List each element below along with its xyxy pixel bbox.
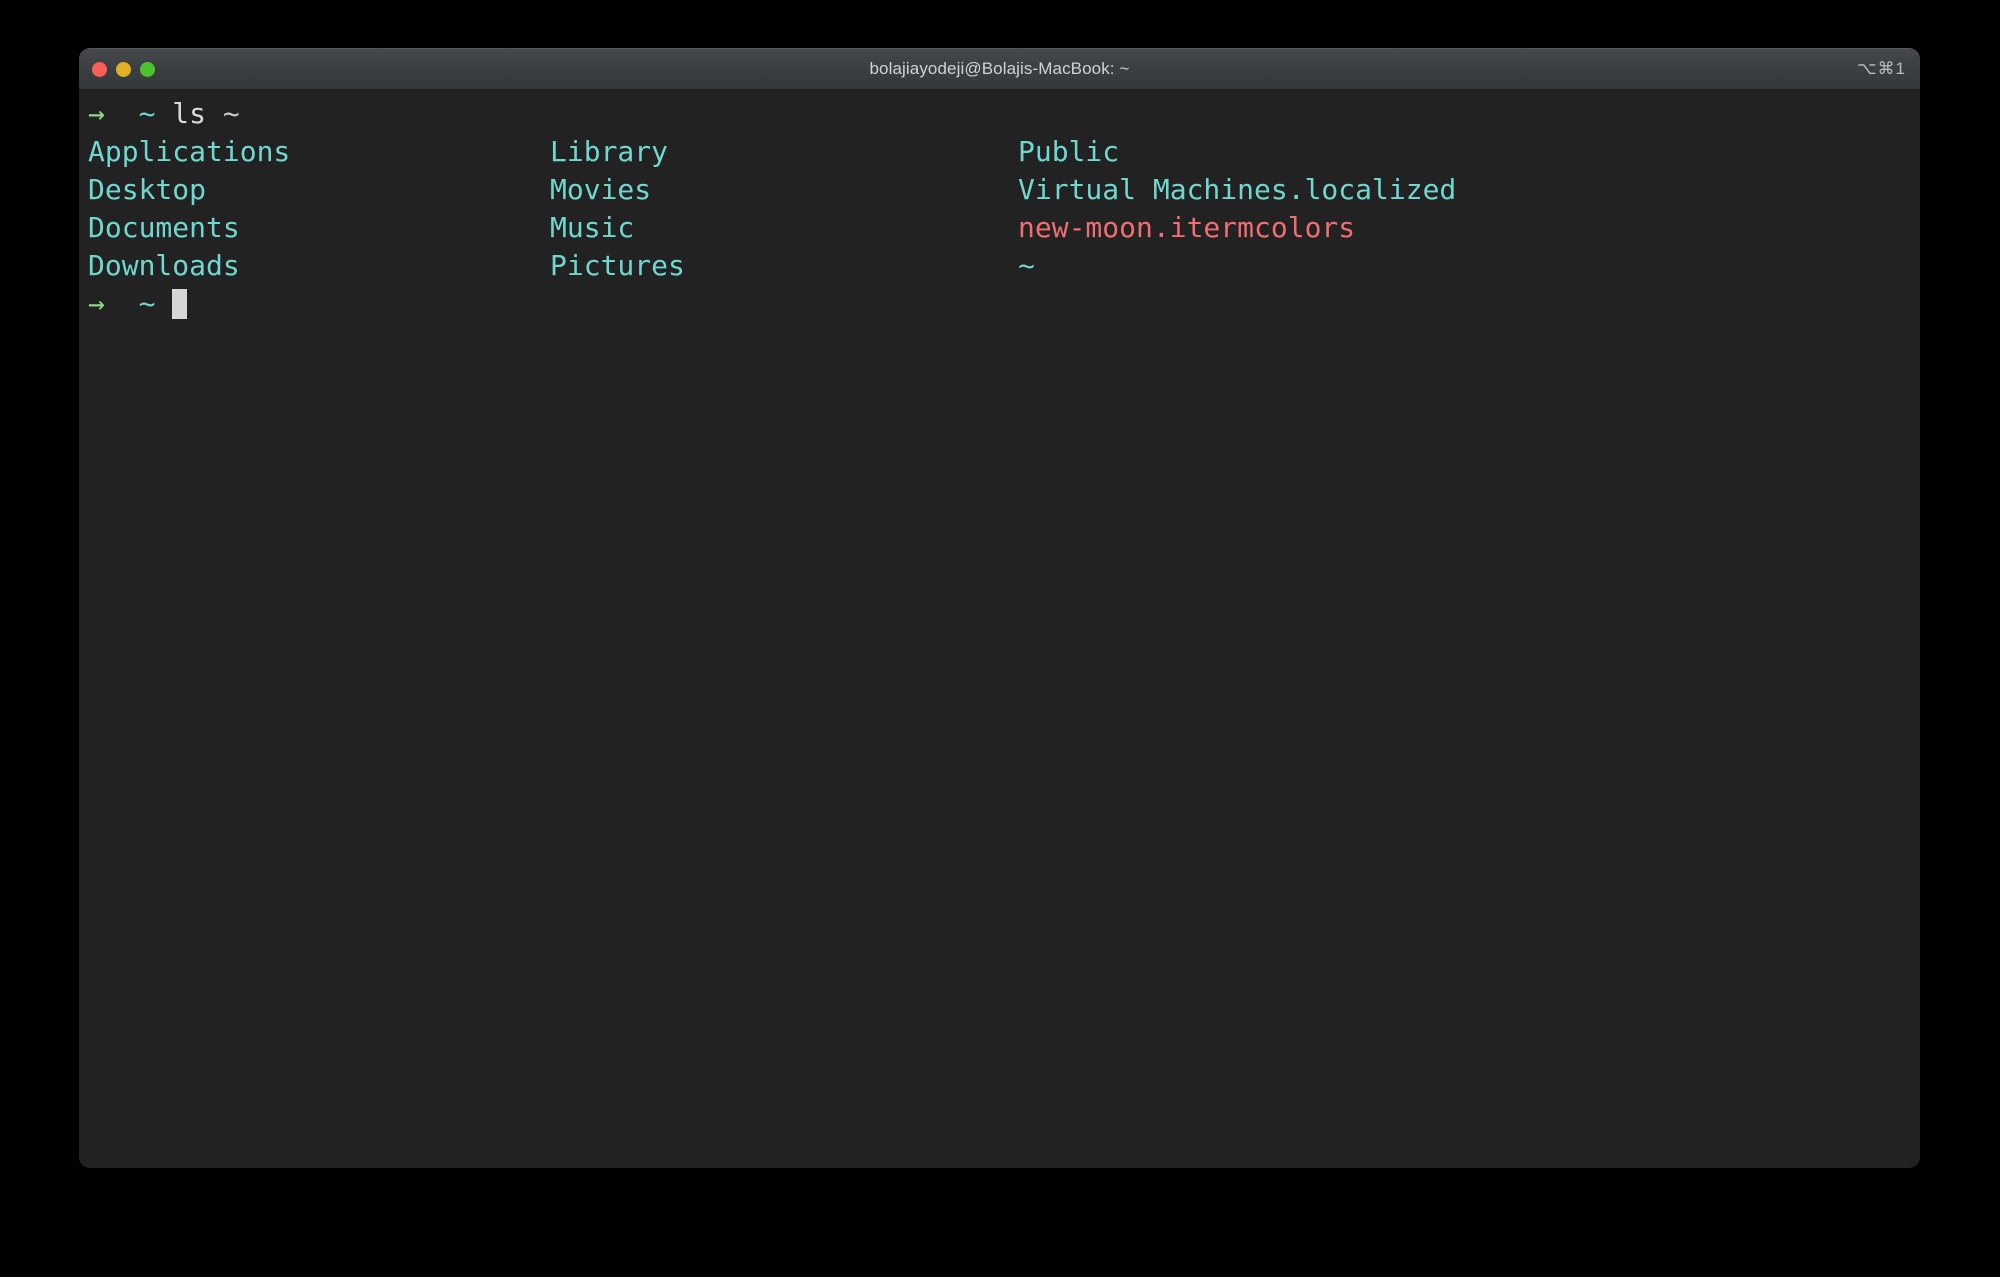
list-item[interactable]: Applications — [88, 133, 290, 171]
prompt-spacer — [105, 97, 139, 130]
text-cursor[interactable] — [172, 289, 188, 319]
prompt-arrow-icon: → — [88, 287, 105, 320]
terminal-window[interactable]: bolajiayodeji@Bolajis-MacBook: ~ ⌥⌘1 → ~… — [79, 48, 1920, 1168]
window-title-bar[interactable]: bolajiayodeji@Bolajis-MacBook: ~ ⌥⌘1 — [79, 48, 1920, 90]
minimize-window-button[interactable] — [116, 61, 131, 77]
close-window-button[interactable] — [92, 61, 107, 77]
list-item[interactable]: Movies — [550, 171, 651, 209]
prompt-arrow-icon: → — [88, 97, 105, 130]
active-input-line[interactable]: → ~ — [88, 285, 188, 323]
command-argument: ~ — [222, 97, 240, 130]
prompt-spacer-4 — [105, 287, 139, 320]
command-prompt-line: → ~ ls ~ — [88, 95, 240, 133]
list-item[interactable]: Public — [1018, 133, 1119, 171]
list-item[interactable]: new-moon.itermcolors — [1018, 209, 1355, 247]
prompt-spacer-5 — [155, 287, 172, 320]
terminal-output-area[interactable]: → ~ ls ~ Applications Desktop Documents … — [79, 90, 1920, 1168]
zoom-window-button[interactable] — [140, 61, 155, 77]
list-item[interactable]: Desktop — [88, 171, 206, 209]
list-item[interactable]: Music — [550, 209, 634, 247]
prompt-spacer-3 — [206, 97, 223, 130]
list-item[interactable]: Downloads — [88, 247, 240, 285]
list-item[interactable]: Library — [550, 133, 668, 171]
window-controls — [92, 49, 155, 89]
command-text: ls — [172, 97, 207, 130]
desktop-background: bolajiayodeji@Bolajis-MacBook: ~ ⌥⌘1 → ~… — [0, 0, 2000, 1277]
list-item[interactable]: Pictures — [550, 247, 685, 285]
prompt-path: ~ — [138, 97, 156, 130]
list-item[interactable]: ~ — [1018, 247, 1035, 285]
window-title-text: bolajiayodeji@Bolajis-MacBook: ~ — [869, 59, 1130, 78]
keyboard-shortcut-badge: ⌥⌘1 — [1856, 59, 1906, 78]
list-item[interactable]: Virtual Machines.localized — [1018, 171, 1456, 209]
prompt-path: ~ — [138, 287, 156, 320]
list-item[interactable]: Documents — [88, 209, 240, 247]
prompt-spacer-2 — [155, 97, 172, 130]
